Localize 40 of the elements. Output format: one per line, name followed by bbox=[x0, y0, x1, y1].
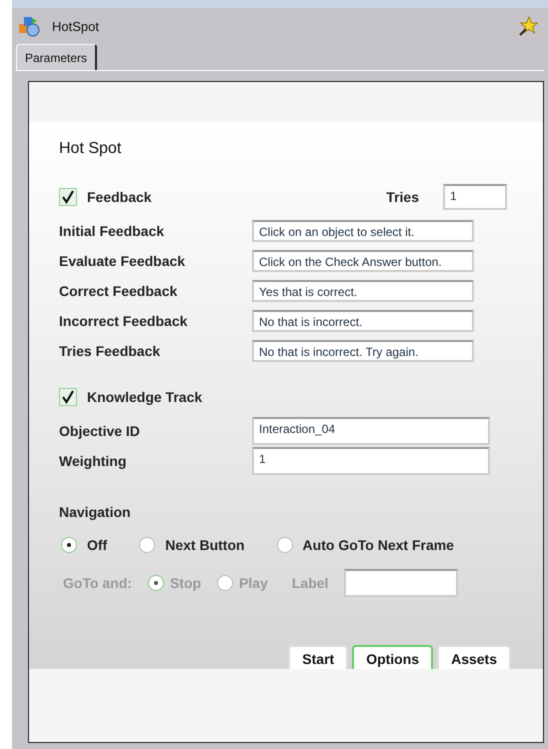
input-field[interactable]: No that is incorrect. bbox=[252, 310, 474, 332]
field-label: Tries Feedback bbox=[59, 343, 162, 359]
feedback-label: Feedback bbox=[87, 189, 152, 205]
field-label: Incorrect Feedback bbox=[59, 313, 188, 329]
goto-label: GoTo and: bbox=[63, 575, 132, 591]
knowledge-track-checkbox[interactable] bbox=[59, 388, 77, 406]
feedback-checkbox[interactable] bbox=[59, 188, 77, 206]
radio-button[interactable] bbox=[61, 537, 77, 553]
radio-label: Auto GoTo Next Frame bbox=[302, 537, 454, 553]
input-field[interactable]: Interaction_04 bbox=[252, 417, 490, 445]
input-field[interactable]: No that is incorrect. Try again. bbox=[252, 340, 474, 362]
field-label: Evaluate Feedback bbox=[59, 253, 186, 269]
radio-label: Next Button bbox=[165, 537, 245, 553]
radio-button[interactable] bbox=[139, 537, 156, 553]
field-label: Correct Feedback bbox=[59, 283, 178, 299]
parameters-tab[interactable]: Parameters bbox=[16, 44, 98, 70]
radio-label: Off bbox=[87, 537, 108, 553]
radio-label: Stop bbox=[170, 575, 202, 591]
cubes-icon bbox=[18, 15, 40, 37]
input-field[interactable]: Click on the Check Answer button. bbox=[252, 250, 474, 272]
radio-button[interactable] bbox=[276, 537, 293, 553]
label-label: Label bbox=[292, 575, 328, 591]
input-field[interactable]: 1 bbox=[252, 447, 490, 475]
panel-title: Hot Spot bbox=[59, 140, 122, 158]
knowledge-track-label: Knowledge Track bbox=[87, 389, 202, 405]
radio-label: Play bbox=[239, 575, 268, 591]
window-title: HotSpot bbox=[52, 18, 99, 34]
input-field[interactable]: Click on an object to select it. bbox=[252, 220, 474, 242]
tries-field[interactable]: 1 bbox=[443, 184, 507, 210]
navigation-label: Navigation bbox=[59, 504, 132, 520]
tab[interactable]: Assets bbox=[437, 645, 511, 669]
star-icon[interactable] bbox=[518, 16, 538, 36]
label-field[interactable] bbox=[344, 569, 458, 597]
tab[interactable]: Start bbox=[288, 645, 348, 669]
field-label: Initial Feedback bbox=[59, 223, 166, 239]
field-label: Weighting bbox=[59, 453, 128, 469]
tries-label: Tries bbox=[386, 189, 419, 205]
tab[interactable]: Options bbox=[352, 645, 434, 669]
field-label: Objective ID bbox=[59, 423, 141, 439]
input-field[interactable]: Yes that is correct. bbox=[252, 280, 474, 302]
